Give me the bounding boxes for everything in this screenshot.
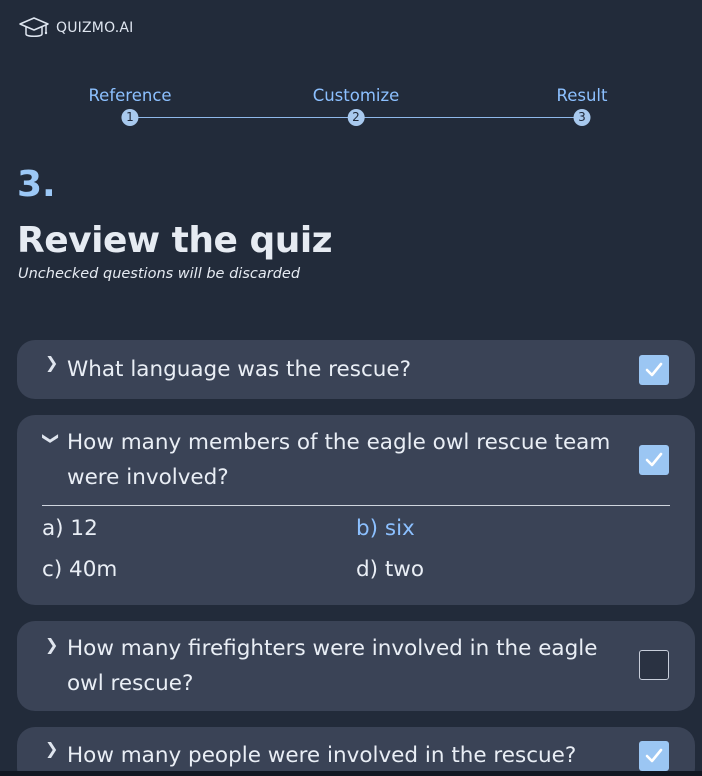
brand-logo[interactable]: QUIZMO.AI [18,16,133,40]
answer-options: a) 12 b) six c) 40m d) two [42,516,670,596]
question-header[interactable]: ❯ How many people were involved in the r… [17,727,695,773]
question-header[interactable]: ❯ How many members of the eagle owl resc… [17,415,695,495]
question-card: ❯ How many people were involved in the r… [17,727,695,776]
step-label: Customize [312,86,400,105]
chevron-right-icon[interactable]: ❯ [45,635,58,654]
answers-divider [42,505,670,506]
quiz-review-page: QUIZMO.AI Reference 1 Customize 2 Result… [0,0,702,776]
step-number: 3 [573,109,591,126]
question-header[interactable]: ❯ What language was the rescue? [17,340,695,387]
page-subtitle: Unchecked questions will be discarded [18,266,301,282]
question-card: ❯ What language was the rescue? [17,340,695,399]
check-icon [645,452,663,467]
step-number: 2 [347,109,365,126]
question-checkbox[interactable] [639,355,669,385]
question-checkbox[interactable] [639,741,669,771]
check-icon [645,748,663,763]
question-checkbox[interactable] [639,650,669,680]
question-card: ❯ How many members of the eagle owl resc… [17,415,695,605]
step-label: Reference [88,86,172,105]
step-label: Result [556,86,608,105]
answer-option: a) 12 [42,516,98,541]
question-text: What language was the rescue? [67,357,412,382]
step-result[interactable]: Result 3 [556,86,608,126]
step-number: 1 [121,109,139,126]
chevron-down-icon[interactable]: ❯ [42,432,61,445]
question-checkbox[interactable] [639,445,669,475]
question-text: How many firefighters were involved in t… [67,636,598,696]
answer-option: d) two [356,557,425,582]
progress-stepper: Reference 1 Customize 2 Result 3 [0,86,702,130]
window-bottom-edge [0,771,702,776]
check-icon [645,362,663,377]
chevron-right-icon[interactable]: ❯ [45,353,58,372]
graduation-cap-icon [19,17,49,37]
page-title: Review the quiz [17,220,333,261]
question-text: How many members of the eagle owl rescue… [67,430,611,490]
step-indicator: 3. [17,164,56,205]
step-reference[interactable]: Reference 1 [88,86,172,126]
question-header[interactable]: ❯ How many firefighters were involved in… [17,621,695,701]
step-customize[interactable]: Customize 2 [312,86,400,126]
question-text: How many people were involved in the res… [67,743,577,768]
chevron-right-icon[interactable]: ❯ [45,739,58,758]
brand-name: QUIZMO.AI [56,20,134,36]
question-card: ❯ How many firefighters were involved in… [17,621,695,711]
answer-option: c) 40m [42,557,118,582]
answer-option-correct: b) six [356,516,415,541]
